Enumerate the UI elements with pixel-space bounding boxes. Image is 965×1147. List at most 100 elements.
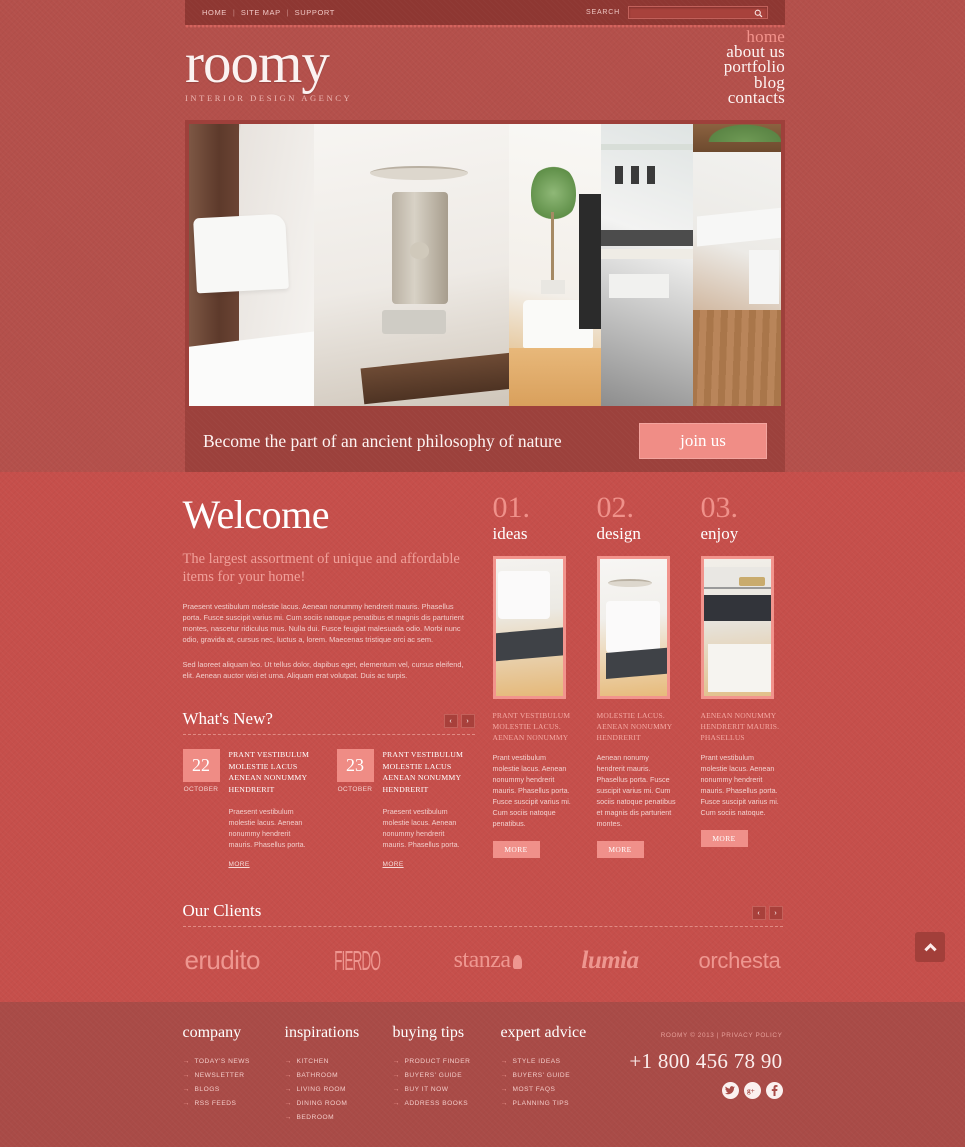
feature-thumbnail-design[interactable] [596, 556, 670, 699]
search-input[interactable] [629, 12, 767, 23]
site-header: roomy INTERIOR DESIGN AGENCY home about … [185, 25, 785, 120]
google-plus-icon[interactable]: g+ [743, 1082, 761, 1099]
hero-slider[interactable] [185, 120, 785, 410]
footer-column-title: expert advice [500, 1024, 587, 1041]
arrow-right-icon: → [182, 1100, 190, 1107]
nav-item-contacts[interactable]: contacts [724, 89, 785, 106]
list-item: → NEWSLETTER [183, 1072, 285, 1079]
arrow-right-icon: → [392, 1086, 400, 1093]
list-item: → ADDRESS BOOKS [393, 1100, 501, 1107]
arrow-right-icon: → [392, 1100, 400, 1107]
footer-link[interactable]: MOST FAQS [513, 1086, 556, 1093]
search-box[interactable] [628, 6, 768, 23]
svg-text:g+: g+ [747, 1086, 755, 1095]
list-item: → BUY IT NOW [393, 1086, 501, 1093]
welcome-paragraph-2: Sed laoreet aliquam leo. Ut tellus dolor… [182, 660, 464, 680]
footer-link[interactable]: KITCHEN [297, 1058, 329, 1065]
feature-enjoy: 03. enjoy AENEAN NONUMMY HENDRERIT MAURI… [700, 493, 783, 858]
footer-link[interactable]: PRODUCT FINDER [405, 1058, 471, 1065]
hero-image-kitchen [601, 124, 693, 406]
footer-link[interactable]: LIVING ROOM [297, 1086, 346, 1093]
arrow-right-icon: → [284, 1072, 292, 1079]
whats-new-arrows: ‹ › [443, 714, 475, 728]
top-link-support[interactable]: SUPPORT [295, 8, 335, 17]
news-title[interactable]: PRANT VESTIBULUM MOLESTIE LACUS AENEAN N… [383, 749, 469, 795]
news-title[interactable]: PRANT VESTIBULUM MOLESTIE LACUS AENEAN N… [229, 749, 315, 795]
search-icon[interactable] [754, 9, 763, 18]
join-us-button[interactable]: join us [639, 423, 767, 459]
hero-image-living-room [509, 124, 601, 406]
news-month: OCTOBER [337, 786, 373, 793]
feature-more-button[interactable]: MORE [596, 841, 644, 858]
feature-ideas: 01. ideas PRANT VESTIBULUM MOLESTIE LACU… [492, 493, 575, 858]
footer-link[interactable]: PLANNING TIPS [513, 1100, 570, 1107]
footer-link[interactable]: ADDRESS BOOKS [405, 1100, 469, 1107]
hero-image-bedroom [189, 124, 314, 406]
top-link-home[interactable]: HOME [202, 8, 227, 17]
clients-section: Our Clients ‹ › erudito FIERDO stanza lu… [182, 901, 783, 992]
footer-link[interactable]: BATHROOM [297, 1072, 339, 1079]
footer-link[interactable]: DINING ROOM [297, 1100, 348, 1107]
list-item: → STYLE IDEAS [501, 1058, 609, 1065]
welcome-column: Welcome The largest assortment of unique… [182, 494, 475, 871]
feature-thumbnail-enjoy[interactable] [700, 556, 774, 699]
client-logo-stanza[interactable]: stanza [454, 947, 522, 974]
footer-link[interactable]: RSS FEEDS [195, 1100, 237, 1107]
news-date: 22 OCTOBER [182, 749, 220, 871]
clients-next-button[interactable]: › [768, 906, 783, 920]
top-bar: HOME | SITE MAP | SUPPORT SEARCH [185, 0, 785, 28]
whats-new-prev-button[interactable]: ‹ [443, 714, 458, 728]
client-logo-erudito[interactable]: erudito [185, 945, 261, 976]
list-item: → BUYERS' GUIDE [393, 1072, 501, 1079]
list-item: 23 OCTOBER PRANT VESTIBULUM MOLESTIE LAC… [336, 749, 469, 871]
clients-title: Our Clients [182, 901, 262, 920]
search-label: SEARCH [586, 9, 620, 16]
clients-prev-button[interactable]: ‹ [751, 906, 766, 920]
whats-new-next-button[interactable]: › [460, 714, 475, 728]
logo-tagline: INTERIOR DESIGN AGENCY [185, 93, 353, 104]
news-more-link[interactable]: MORE [383, 861, 404, 868]
arrow-right-icon: → [284, 1058, 292, 1065]
feature-thumbnail-ideas[interactable] [492, 556, 566, 699]
twitter-icon[interactable] [721, 1082, 739, 1099]
feature-text: Prant vestibulum molestie lacus. Aenean … [700, 753, 779, 817]
feature-caption: MOLESTIE LACUS. AENEAN NONUMMY HENDRERIT [596, 711, 673, 742]
footer-link[interactable]: TODAY'S NEWS [195, 1058, 250, 1065]
footer-link[interactable]: STYLE IDEAS [513, 1058, 561, 1065]
feature-name: enjoy [700, 524, 739, 543]
top-links: HOME | SITE MAP | SUPPORT [202, 8, 335, 17]
footer-link-list: → KITCHEN → BATHROOM → LIVING ROOM → DINING … [285, 1058, 393, 1121]
list-item: → KITCHEN [285, 1058, 393, 1065]
news-day: 23 [336, 749, 374, 782]
footer-column-expert-advice: expert advice → STYLE IDEAS → BUYERS' GUID… [501, 1024, 609, 1128]
arrow-right-icon: → [182, 1086, 190, 1093]
footer-link[interactable]: BLOGS [195, 1086, 220, 1093]
logo[interactable]: roomy INTERIOR DESIGN AGENCY [185, 32, 353, 104]
footer-link-list: → TODAY'S NEWS → NEWSLETTER → BLOGS → RSS FE… [183, 1058, 285, 1107]
scroll-to-top-button[interactable] [915, 932, 945, 962]
footer-link[interactable]: BUYERS' GUIDE [513, 1072, 571, 1079]
feature-more-button[interactable]: MORE [700, 830, 748, 847]
footer-link[interactable]: BUY IT NOW [405, 1086, 449, 1093]
arrow-right-icon: → [500, 1086, 508, 1093]
main-navigation: home about us portfolio blog contacts [724, 28, 785, 106]
search-area: SEARCH [586, 6, 768, 23]
footer-columns: company → TODAY'S NEWS → NEWSLETTER → BLOGS… [183, 1024, 783, 1128]
arrow-right-icon: → [182, 1072, 190, 1079]
whats-new-header: What's New? ‹ › [182, 709, 475, 735]
top-link-site-map[interactable]: SITE MAP [241, 8, 281, 17]
whats-new-title: What's New? [182, 709, 273, 728]
client-logo-lumia[interactable]: lumia [581, 947, 639, 975]
footer-link-list: → PRODUCT FINDER → BUYERS' GUIDE → BUY IT N… [393, 1058, 501, 1107]
footer-link[interactable]: NEWSLETTER [195, 1072, 245, 1079]
slogan-bar: Become the part of an ancient philosophy… [185, 410, 785, 475]
facebook-icon[interactable] [765, 1082, 783, 1099]
main-content: Welcome The largest assortment of unique… [0, 472, 965, 1002]
footer-link[interactable]: BUYERS' GUIDE [405, 1072, 463, 1079]
feature-more-button[interactable]: MORE [492, 841, 540, 858]
logo-text: roomy [185, 32, 330, 95]
client-logo-orchesta[interactable]: orchesta [698, 948, 780, 974]
footer-link[interactable]: BEDROOM [297, 1114, 335, 1121]
news-more-link[interactable]: MORE [229, 861, 250, 868]
client-logo-fierdo[interactable]: FIERDO [320, 944, 394, 975]
